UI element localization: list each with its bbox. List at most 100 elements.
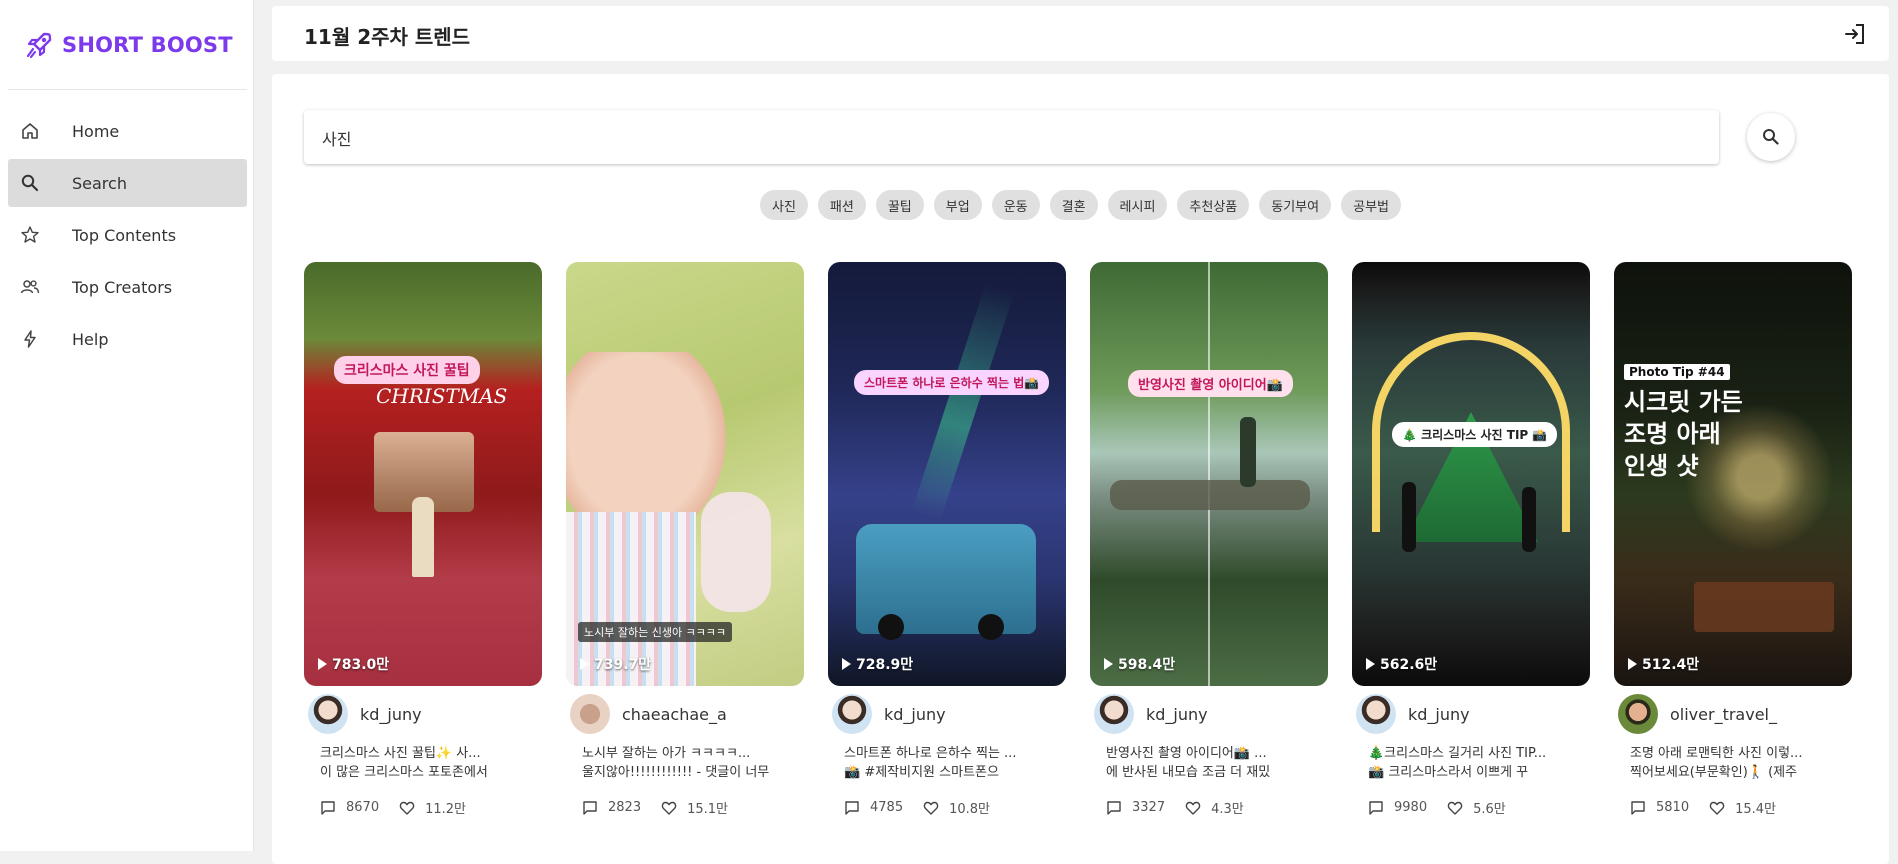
creator-name: kd_juny [1146, 704, 1208, 724]
search-input[interactable] [320, 110, 1704, 166]
sidebar-item-home[interactable]: Home [8, 107, 247, 155]
avatar [570, 694, 610, 734]
sidebar-item-label: Top Creators [72, 277, 173, 297]
brand-logo[interactable]: SHORT BOOST [22, 28, 233, 62]
thumbnail-title-line: 시크릿 가든 [1624, 388, 1743, 416]
creator-row[interactable]: chaeachae_a [566, 694, 804, 734]
view-count: 562.6만 [1366, 654, 1437, 674]
engagement-stats: 9980 5.6만 [1352, 798, 1590, 817]
engagement-stats: 5810 15.4만 [1614, 798, 1852, 817]
comment-icon [583, 800, 597, 815]
comment-stat: 3327 [1106, 800, 1165, 816]
sidebar-item-label: Help [72, 329, 109, 349]
play-icon [1366, 658, 1375, 670]
comment-count: 2823 [608, 800, 642, 815]
chip[interactable]: 공부법 [1341, 190, 1401, 220]
view-count: 512.4만 [1628, 654, 1699, 674]
comment-icon [845, 800, 859, 815]
sidebar-item-top-creators[interactable]: Top Creators [8, 263, 247, 311]
thumbnail-subcaption: CHRISTMAS [376, 384, 508, 408]
video-card[interactable]: 반영사진 촬영 아이디어📸 598.4만 kd_juny 반영사진 촬영 아이디… [1090, 262, 1328, 817]
comment-icon [1369, 800, 1383, 815]
video-description: 🎄크리스마스 길거리 사진 TIP... 📸 크리스마스라서 이쁘게 꾸 [1352, 744, 1590, 782]
chip[interactable]: 꿀팁 [875, 190, 924, 220]
video-card[interactable]: 크리스마스 사진 꿀팁 CHRISTMAS 783.0만 kd_juny 크리스… [304, 262, 542, 817]
engagement-stats: 3327 4.3만 [1090, 798, 1328, 817]
play-icon [1104, 658, 1113, 670]
video-card[interactable]: Photo Tip #44 시크릿 가든 조명 아래 인생 샷 512.4만 o… [1614, 262, 1852, 817]
chip[interactable]: 사진 [760, 190, 808, 220]
engagement-stats: 2823 15.1만 [566, 798, 804, 817]
like-stat: 10.8만 [923, 798, 990, 817]
comment-icon [321, 800, 335, 815]
like-stat: 4.3만 [1185, 798, 1244, 817]
comment-count: 3327 [1132, 800, 1166, 815]
like-stat: 5.6만 [1447, 798, 1506, 817]
rocket-icon [26, 32, 52, 59]
comment-icon [1631, 800, 1645, 815]
sidebar-item-search[interactable]: Search [8, 159, 247, 207]
chip[interactable]: 패션 [817, 190, 866, 220]
video-thumbnail[interactable]: 크리스마스 사진 꿀팁 CHRISTMAS 783.0만 [304, 262, 542, 686]
comment-count: 5810 [1656, 800, 1690, 815]
chip[interactable]: 동기부여 [1259, 190, 1332, 220]
like-count: 15.4만 [1735, 802, 1776, 817]
view-count-value: 512.4만 [1642, 657, 1700, 673]
view-count-value: 562.6만 [1380, 657, 1438, 673]
video-card[interactable]: 노시부 잘하는 신생아 ㅋㅋㅋㅋ 739.7만 chaeachae_a 노시부 … [566, 262, 804, 817]
sidebar-item-label: Home [72, 121, 120, 141]
description-line: 조명 아래 로맨틱한 사진 이렇... [1630, 746, 1803, 761]
comment-stat: 8670 [320, 800, 379, 816]
video-card[interactable]: 🎄 크리스마스 사진 TIP 📸 562.6만 kd_juny 🎄크리스마스 길… [1352, 262, 1590, 817]
video-card[interactable]: 스마트폰 하나로 은하수 찍는 법📸 728.9만 kd_juny 스마트폰 하… [828, 262, 1066, 817]
chip[interactable]: 운동 [991, 190, 1040, 220]
logout-icon[interactable] [1843, 22, 1867, 46]
description-line: 반영사진 촬영 아이디어📸 ... [1106, 746, 1267, 761]
creator-row[interactable]: kd_juny [828, 694, 1066, 734]
creator-name: chaeachae_a [622, 704, 727, 724]
heart-icon [661, 801, 677, 815]
creator-row[interactable]: kd_juny [1352, 694, 1590, 734]
chip[interactable]: 결혼 [1049, 190, 1098, 220]
video-description: 크리스마스 사진 꿀팁✨ 사... 이 많은 크리스마스 포토존에서 [304, 744, 542, 782]
sidebar-item-help[interactable]: Help [8, 315, 247, 363]
comment-stat: 5810 [1630, 800, 1689, 816]
video-thumbnail[interactable]: Photo Tip #44 시크릿 가든 조명 아래 인생 샷 512.4만 [1614, 262, 1852, 686]
description-line: 노시부 잘하는 아가 ㅋㅋㅋㅋ... [582, 746, 751, 761]
like-stat: 15.1만 [661, 798, 728, 817]
description-line: 울지않아!!!!!!!!!!!! - 댓글이 너무 [582, 765, 770, 780]
play-icon [1628, 658, 1637, 670]
engagement-stats: 8670 11.2만 [304, 798, 542, 817]
like-count: 10.8만 [949, 802, 990, 817]
comment-icon [1107, 800, 1121, 815]
heart-icon [399, 801, 415, 815]
creator-row[interactable]: oliver_travel_ [1614, 694, 1852, 734]
creator-row[interactable]: kd_juny [304, 694, 542, 734]
like-count: 4.3만 [1211, 802, 1244, 817]
search-icon [1763, 129, 1779, 145]
bolt-icon [18, 327, 42, 351]
video-thumbnail[interactable]: 🎄 크리스마스 사진 TIP 📸 562.6만 [1352, 262, 1590, 686]
chip[interactable]: 추천상품 [1177, 190, 1250, 220]
chip[interactable]: 부업 [933, 190, 982, 220]
video-thumbnail[interactable]: 노시부 잘하는 신생아 ㅋㅋㅋㅋ 739.7만 [566, 262, 804, 686]
star-icon [18, 223, 42, 247]
chip[interactable]: 레시피 [1107, 190, 1168, 220]
description-line: 스마트폰 하나로 은하수 찍는 ... [844, 746, 1017, 761]
sidebar-nav: Home Search Top Contents Top Creators He… [8, 107, 247, 367]
main-panel: 사진 패션 꿀팁 부업 운동 결혼 레시피 추천상품 동기부여 공부법 크리스마… [272, 74, 1889, 864]
avatar [1356, 694, 1396, 734]
creator-row[interactable]: kd_juny [1090, 694, 1328, 734]
like-count: 5.6만 [1473, 802, 1506, 817]
video-thumbnail[interactable]: 스마트폰 하나로 은하수 찍는 법📸 728.9만 [828, 262, 1066, 686]
sidebar-item-top-contents[interactable]: Top Contents [8, 211, 247, 259]
search-icon [18, 171, 42, 195]
search-button[interactable] [1747, 113, 1795, 161]
avatar [308, 694, 348, 734]
view-count: 739.7만 [580, 654, 651, 674]
video-thumbnail[interactable]: 반영사진 촬영 아이디어📸 598.4만 [1090, 262, 1328, 686]
description-line: 📸 #제작비지원 스마트폰으 [844, 765, 999, 780]
sidebar: SHORT BOOST Home Search Top Contents Top [0, 0, 254, 851]
sidebar-item-label: Search [72, 173, 127, 193]
engagement-stats: 4785 10.8만 [828, 798, 1066, 817]
